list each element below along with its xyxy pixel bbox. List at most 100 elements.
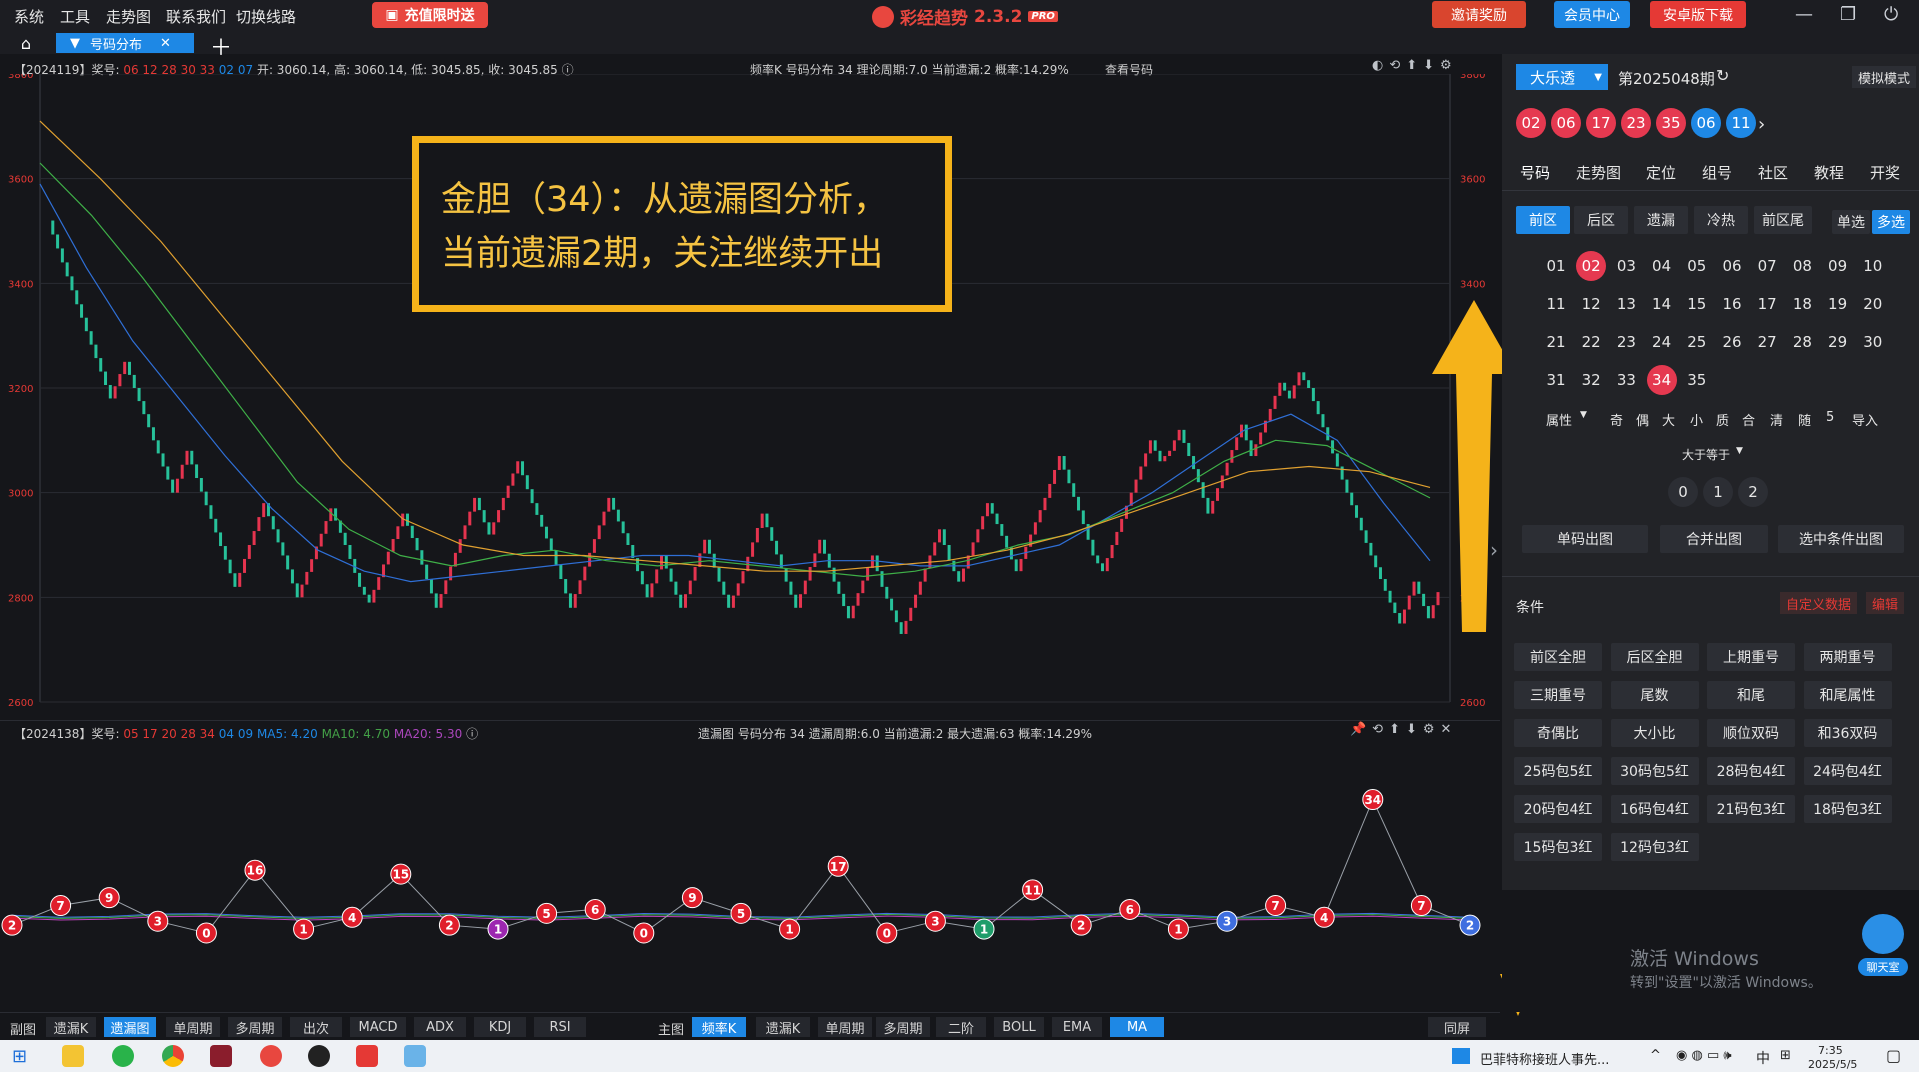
multi-select-button[interactable]: 多选 <box>1872 210 1910 234</box>
number-cell[interactable]: 17 <box>1752 289 1782 319</box>
number-cell[interactable]: 27 <box>1752 327 1782 357</box>
sub-indicator-button[interactable]: RSI <box>534 1017 586 1037</box>
sub-indicator-button[interactable]: MACD <box>350 1017 406 1037</box>
attr-button[interactable]: 奇 <box>1610 410 1623 429</box>
sub-indicator-button[interactable]: 遗漏K <box>46 1017 96 1037</box>
close-icon[interactable]: ✕ <box>160 36 171 51</box>
main-indicator-button[interactable]: 多周期 <box>876 1017 930 1037</box>
sub-indicator-button[interactable]: KDJ <box>474 1017 526 1037</box>
menu-trend[interactable]: 走势图 <box>106 6 151 27</box>
zone-segment-button[interactable]: 前区尾 <box>1754 206 1812 234</box>
right-tab[interactable]: 开奖 <box>1870 162 1900 183</box>
zone-segment-button[interactable]: 前区 <box>1516 206 1570 234</box>
number-cell[interactable]: 06 <box>1717 251 1747 281</box>
menu-system[interactable]: 系统 <box>14 6 44 27</box>
chat-room-button[interactable]: 聊天室 <box>1858 914 1908 980</box>
number-cell[interactable]: 05 <box>1682 251 1712 281</box>
right-tab[interactable]: 号码 <box>1520 162 1550 183</box>
main-indicator-button[interactable]: MA <box>1110 1017 1164 1037</box>
minimize-icon[interactable]: — <box>1795 4 1813 25</box>
condition-button[interactable]: 和尾属性 <box>1803 681 1892 709</box>
menu-switch-line[interactable]: 切换线路 <box>236 6 296 27</box>
browser-icon[interactable] <box>162 1045 184 1067</box>
main-indicator-button[interactable]: 遗漏K <box>756 1017 810 1037</box>
sub-indicator-button[interactable]: 单周期 <box>166 1017 220 1037</box>
condition-button[interactable]: 前区全胆 <box>1514 643 1602 671</box>
attr-button[interactable]: 合 <box>1742 410 1755 429</box>
notes-icon[interactable] <box>404 1045 426 1067</box>
right-tab[interactable]: 教程 <box>1814 162 1844 183</box>
zone-segment-button[interactable]: 冷热 <box>1694 206 1748 234</box>
notification-icon[interactable]: ▢ <box>1886 1046 1901 1065</box>
right-tab[interactable]: 走势图 <box>1576 162 1621 183</box>
number-cell[interactable]: 30 <box>1858 327 1888 357</box>
collapse-panel-icon[interactable]: › <box>1490 538 1498 562</box>
number-cell[interactable]: 12 <box>1576 289 1606 319</box>
clock-date[interactable]: 2025/5/5 <box>1808 1058 1857 1071</box>
menu-contact[interactable]: 联系我们 <box>166 6 226 27</box>
wps-icon[interactable] <box>356 1045 378 1067</box>
attr-button[interactable]: 质 <box>1716 410 1729 429</box>
next-draw-icon[interactable]: › <box>1758 114 1765 135</box>
compare-value-button[interactable]: 0 <box>1668 477 1698 507</box>
number-cell[interactable]: 11 <box>1541 289 1571 319</box>
help-icon[interactable]: ⓘ <box>466 727 478 741</box>
main-indicator-button[interactable]: 单周期 <box>818 1017 872 1037</box>
home-icon[interactable]: ⌂ <box>8 32 44 54</box>
main-indicator-button[interactable]: 二阶 <box>936 1017 986 1037</box>
zone-segment-button[interactable]: 遗漏 <box>1634 206 1688 234</box>
top-chart-tools[interactable]: ◐⟲⬆⬇⚙ <box>1372 58 1458 73</box>
tray-chevron-icon[interactable]: ^ <box>1650 1048 1661 1063</box>
zone-segment-button[interactable]: 后区 <box>1574 206 1628 234</box>
condition-button[interactable]: 30码包5红 <box>1610 757 1699 785</box>
condition-button[interactable]: 16码包4红 <box>1610 795 1699 823</box>
member-center-button[interactable]: 会员中心 <box>1554 1 1630 28</box>
sub-indicator-button[interactable]: 出次 <box>290 1017 342 1037</box>
attr-button[interactable]: 导入 <box>1852 410 1878 429</box>
single-select-button[interactable]: 单选 <box>1832 210 1870 234</box>
file-explorer-icon[interactable] <box>62 1045 84 1067</box>
condition-button[interactable]: 大小比 <box>1610 719 1699 747</box>
condition-button[interactable]: 尾数 <box>1610 681 1699 709</box>
number-cell[interactable]: 29 <box>1823 327 1853 357</box>
condition-button[interactable]: 28码包4红 <box>1707 757 1795 785</box>
clock-time[interactable]: 7:35 <box>1818 1044 1843 1057</box>
number-cell[interactable]: 16 <box>1717 289 1747 319</box>
sync-screen-button[interactable]: 同屏 <box>1428 1017 1486 1037</box>
compare-value-button[interactable]: 1 <box>1703 477 1733 507</box>
wechat-icon[interactable] <box>112 1045 134 1067</box>
compare-select[interactable]: 大于等于 ▼ <box>1682 446 1743 463</box>
tab-number-distribution[interactable]: ▼ 号码分布 ✕ <box>56 33 194 53</box>
condition-button[interactable]: 18码包3红 <box>1803 795 1892 823</box>
number-cell[interactable]: 20 <box>1858 289 1888 319</box>
qq-icon[interactable] <box>308 1045 330 1067</box>
bottom-chart-tools[interactable]: 📌⟲⬆⬇⚙✕ <box>1350 722 1457 737</box>
number-cell[interactable]: 25 <box>1682 327 1712 357</box>
number-cell[interactable]: 21 <box>1541 327 1571 357</box>
right-tab[interactable]: 定位 <box>1646 162 1676 183</box>
android-download-button[interactable]: 安卓版下载 <box>1650 1 1746 28</box>
sub-indicator-button[interactable]: 遗漏图 <box>104 1017 156 1037</box>
right-tab[interactable]: 组号 <box>1702 162 1732 183</box>
condition-button[interactable]: 15码包3红 <box>1514 833 1602 861</box>
number-cell[interactable]: 01 <box>1541 251 1571 281</box>
condition-button[interactable]: 和36双码 <box>1803 719 1892 747</box>
number-cell[interactable]: 19 <box>1823 289 1853 319</box>
chart-action-button[interactable]: 单码出图 <box>1522 525 1648 553</box>
condition-button[interactable]: 和尾 <box>1707 681 1795 709</box>
condition-button[interactable]: 两期重号 <box>1803 643 1892 671</box>
attr-button[interactable]: 小 <box>1690 410 1703 429</box>
sub-indicator-button[interactable]: 多周期 <box>228 1017 282 1037</box>
main-indicator-button[interactable]: EMA <box>1052 1017 1102 1037</box>
condition-button[interactable]: 顺位双码 <box>1707 719 1795 747</box>
attr-button[interactable]: 大 <box>1662 410 1675 429</box>
custom-data-button[interactable]: 自定义数据 <box>1780 592 1858 614</box>
condition-button[interactable]: 三期重号 <box>1514 681 1602 709</box>
sub-indicator-button[interactable]: ADX <box>414 1017 466 1037</box>
power-icon[interactable]: ⏻ <box>1884 4 1898 25</box>
number-cell[interactable]: 31 <box>1541 365 1571 395</box>
simulate-mode-button[interactable]: 模拟模式 <box>1852 66 1917 88</box>
number-cell[interactable]: 34 <box>1646 365 1677 395</box>
chart-action-button[interactable]: 合并出图 <box>1660 525 1768 553</box>
attr-button[interactable]: 偶 <box>1636 410 1649 429</box>
